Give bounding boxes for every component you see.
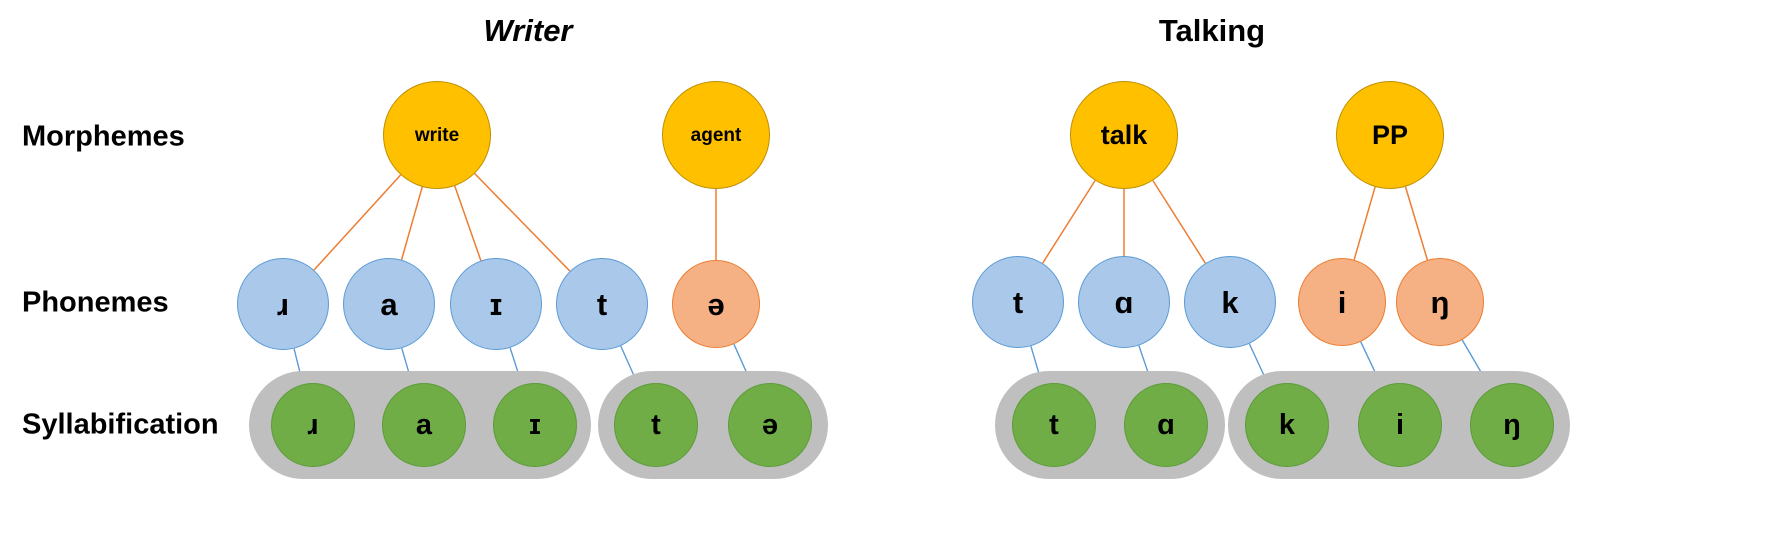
syllable-node-ts-i[interactable]: i [1358, 383, 1442, 467]
syllable-node-ts-k[interactable]: k [1245, 383, 1329, 467]
morpheme-edge-talk-t-t [1042, 180, 1096, 264]
phoneme-node-t-aa[interactable]: ɑ [1078, 256, 1170, 348]
syllable-node-s-schwa[interactable]: ə [728, 383, 812, 467]
morpheme-node-agent[interactable]: agent [662, 81, 770, 189]
panel-title-talking: Talking [1158, 13, 1266, 48]
morpheme-edge-write-p-r [313, 174, 402, 271]
syllable-node-s-i[interactable]: ɪ [493, 383, 577, 467]
phoneme-node-p-t[interactable]: t [556, 258, 648, 350]
phoneme-node-t-k[interactable]: k [1184, 256, 1276, 348]
phoneme-node-p-schwa[interactable]: ə [672, 260, 760, 348]
morpheme-edge-write-p-t [474, 173, 571, 272]
morpheme-edge-write-p-i [454, 185, 482, 261]
phoneme-node-p-r[interactable]: ɹ [237, 258, 329, 350]
morpheme-node-talk[interactable]: talk [1070, 81, 1178, 189]
syllable-node-ts-aa[interactable]: ɑ [1124, 383, 1208, 467]
row-label-phonemes: Phonemes [22, 286, 169, 319]
syllable-node-s-r[interactable]: ɹ [271, 383, 355, 467]
syllable-node-s-t[interactable]: t [614, 383, 698, 467]
morpheme-edge-talk-t-k [1152, 180, 1206, 264]
morpheme-edge-pp-t-ng [1404, 186, 1429, 261]
syllable-node-ts-t[interactable]: t [1012, 383, 1096, 467]
row-label-morphemes: Morphemes [22, 120, 185, 153]
morpheme-node-write[interactable]: write [383, 81, 491, 189]
phoneme-node-t-t[interactable]: t [972, 256, 1064, 348]
phoneme-node-p-i[interactable]: ɪ [450, 258, 542, 350]
row-label-syllabification: Syllabification [22, 408, 219, 441]
syllable-node-ts-ng[interactable]: ŋ [1470, 383, 1554, 467]
morpheme-edge-pp-t-i [1353, 186, 1376, 260]
diagram-canvas: Morphemes Phonemes Syllabification Writer w… [0, 0, 1775, 557]
phoneme-node-t-i[interactable]: i [1298, 258, 1386, 346]
phoneme-node-p-a[interactable]: a [343, 258, 435, 350]
morpheme-edge-write-p-a [400, 186, 423, 260]
panel-title-writer: Writer [483, 13, 573, 48]
syllable-node-s-a[interactable]: a [382, 383, 466, 467]
phoneme-node-t-ng[interactable]: ŋ [1396, 258, 1484, 346]
morpheme-node-pp[interactable]: PP [1336, 81, 1444, 189]
